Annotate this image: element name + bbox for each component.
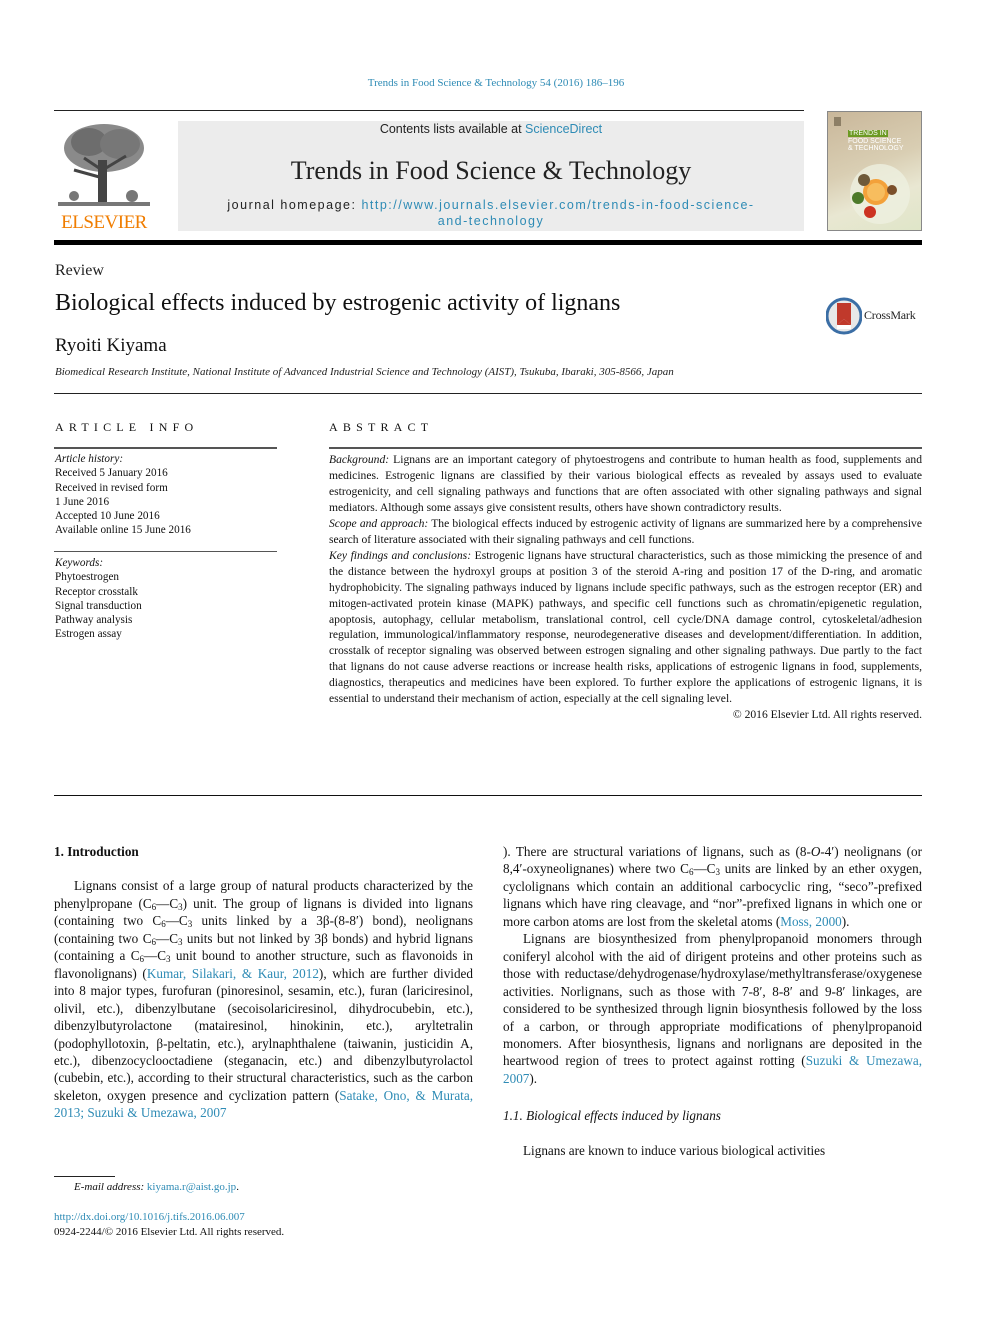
email-suffix: .: [236, 1181, 239, 1193]
email-footnote: E-mail address: kiyama.r@aist.go.jp.: [74, 1181, 239, 1193]
homepage-link[interactable]: http://www.journals.elsevier.com/trends-…: [361, 198, 754, 212]
divider: [54, 393, 922, 394]
article-history: Article history: Received 5 January 2016…: [55, 452, 285, 538]
citation-link[interactable]: Kumar, Silakari, & Kaur, 2012: [147, 966, 319, 981]
abstract-background: Background: Lignans are an important cat…: [329, 452, 922, 516]
journal-masthead: Contents lists available at ScienceDirec…: [178, 121, 804, 231]
crossmark-badge[interactable]: CrossMark: [826, 297, 926, 335]
text: ), which are further divided into 8 majo…: [54, 965, 473, 1103]
abstract-scope: Scope and approach: The biological effec…: [329, 516, 922, 548]
abstract-copyright: © 2016 Elsevier Ltd. All rights reserved…: [732, 708, 922, 722]
keyword: Receptor crosstalk: [55, 585, 138, 598]
article-title: Biological effects induced by estrogenic…: [55, 290, 621, 316]
divider: [54, 795, 922, 796]
top-divider: [54, 110, 804, 111]
sciencedirect-link[interactable]: ScienceDirect: [525, 122, 602, 136]
body-column-left: 1. Introduction Lignans consist of a lar…: [54, 843, 473, 1122]
abstract-section-text: Lignans are an important category of phy…: [329, 453, 922, 514]
text: —C: [165, 913, 188, 929]
text: —C: [693, 861, 716, 877]
crossmark-label: CrossMark: [864, 308, 916, 322]
history-item: 1 June 2016: [55, 495, 110, 508]
cover-title-line1: TRENDS IN: [848, 130, 888, 137]
history-item: Accepted 10 June 2016: [55, 510, 160, 523]
keywords-label: Keywords:: [55, 557, 104, 569]
intro-paragraph-1-cont: ). There are structural variations of li…: [503, 843, 922, 930]
keyword: Signal transduction: [55, 599, 142, 612]
contents-prefix: Contents lists available at: [379, 122, 526, 136]
journal-homepage: journal homepage: http://www.journals.el…: [178, 197, 804, 229]
intro-paragraph-2: Lignans are biosynthesized from phenylpr…: [503, 930, 922, 1087]
crossmark-icon: [826, 297, 862, 335]
author-affiliation: Biomedical Research Institute, National …: [55, 366, 674, 378]
abstract-section-label: Background:: [329, 453, 390, 466]
abstract-divider: [329, 447, 922, 449]
history-item: Available online 15 June 2016: [55, 524, 191, 537]
journal-citation-link[interactable]: Trends in Food Science & Technology 54 (…: [0, 77, 992, 89]
subsection-paragraph: Lignans are known to induce various biol…: [523, 1142, 826, 1158]
email-link[interactable]: kiyama.r@aist.go.jp: [147, 1181, 236, 1193]
section-heading: 1. Introduction: [54, 844, 139, 859]
abstract-section-label: Key findings and conclusions:: [329, 548, 472, 562]
cover-title-line2: FOOD SCIENCE: [848, 137, 902, 145]
article-type: Review: [55, 262, 104, 279]
abstract-heading: ABSTRACT: [329, 420, 434, 434]
abstract-findings: Key findings and conclusions: Estrogenic…: [329, 548, 922, 708]
homepage-link-cont[interactable]: and-technology: [438, 214, 544, 228]
subsection-heading: 1.1. Biological effects induced by ligna…: [503, 1108, 721, 1124]
journal-cover-image[interactable]: TRENDS IN FOOD SCIENCE & TECHNOLOGY: [827, 111, 922, 231]
history-item: Received 5 January 2016: [55, 467, 168, 480]
abstract-body: Background: Lignans are an important cat…: [329, 452, 922, 723]
text: —C: [156, 895, 179, 911]
issn-copyright: 0924-2244/© 2016 Elsevier Ltd. All right…: [54, 1226, 285, 1238]
text: —C: [144, 948, 167, 964]
body-column-right: ). There are structural variations of li…: [503, 843, 922, 1159]
keywords: Keywords: Phytoestrogen Receptor crossta…: [55, 556, 285, 642]
footnote-divider: [54, 1176, 115, 1177]
elsevier-wordmark: ELSEVIER: [61, 212, 147, 233]
text: Lignans are biosynthesized from phenylpr…: [503, 931, 922, 1069]
author-name[interactable]: Ryoiti Kiyama: [55, 335, 167, 357]
email-label: E-mail address:: [74, 1181, 145, 1193]
contents-availability: Contents lists available at ScienceDirec…: [178, 122, 804, 136]
text: —C: [156, 930, 178, 946]
text: ).: [529, 1070, 538, 1086]
keyword: Pathway analysis: [55, 614, 133, 627]
doi-link[interactable]: http://dx.doi.org/10.1016/j.tifs.2016.06…: [54, 1211, 245, 1223]
cover-title: TRENDS IN FOOD SCIENCE & TECHNOLOGY: [848, 130, 904, 153]
text: O: [810, 844, 821, 859]
article-info-divider: [54, 447, 277, 449]
cover-title-line3: & TECHNOLOGY: [848, 145, 904, 152]
homepage-label: journal homepage:: [227, 198, 362, 212]
journal-name: Trends in Food Science & Technology: [290, 156, 692, 185]
header-thick-divider: [54, 240, 922, 245]
history-label: Article history:: [55, 453, 124, 465]
intro-paragraph-1: Lignans consist of a large group of natu…: [54, 877, 473, 1121]
keywords-divider: [54, 551, 277, 552]
abstract-section-label: Scope and approach:: [329, 516, 429, 530]
keyword: Estrogen assay: [55, 628, 122, 641]
abstract-section-text: Estrogenic lignans have structural chara…: [329, 548, 922, 706]
text: ). There are structural variations of li…: [503, 844, 811, 859]
elsevier-logo[interactable]: ELSEVIER: [54, 120, 154, 233]
text: ).: [841, 913, 850, 929]
elsevier-tree-icon: [54, 120, 154, 214]
citation-link[interactable]: Moss, 2000: [780, 914, 842, 929]
history-item: Received in revised form: [55, 481, 168, 494]
article-info-heading: ARTICLE INFO: [55, 420, 199, 434]
keyword: Phytoestrogen: [55, 571, 120, 584]
